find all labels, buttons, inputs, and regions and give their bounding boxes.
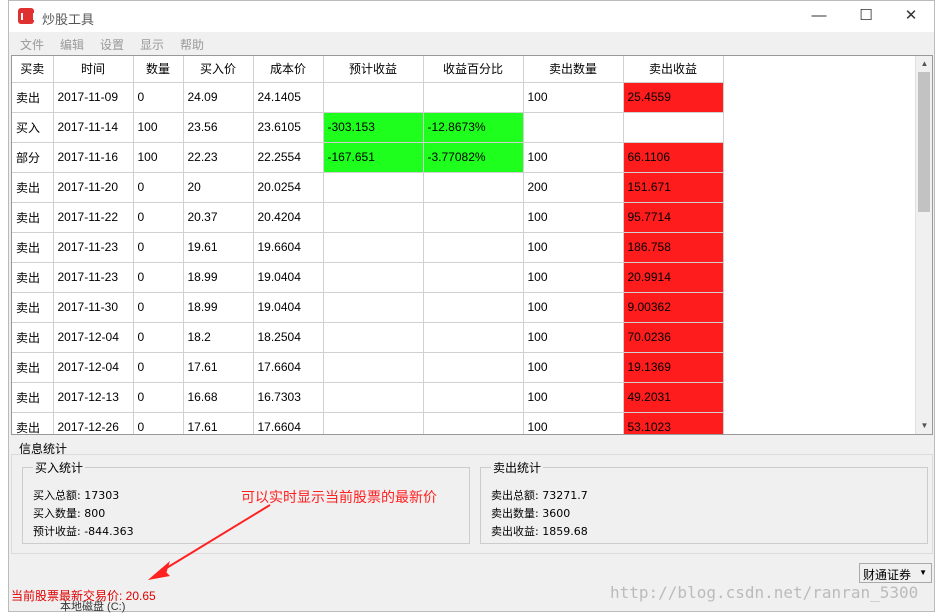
watermark: http://blog.csdn.net/ranran_5300 [610,583,919,602]
annotation-arrow-icon [148,504,271,580]
